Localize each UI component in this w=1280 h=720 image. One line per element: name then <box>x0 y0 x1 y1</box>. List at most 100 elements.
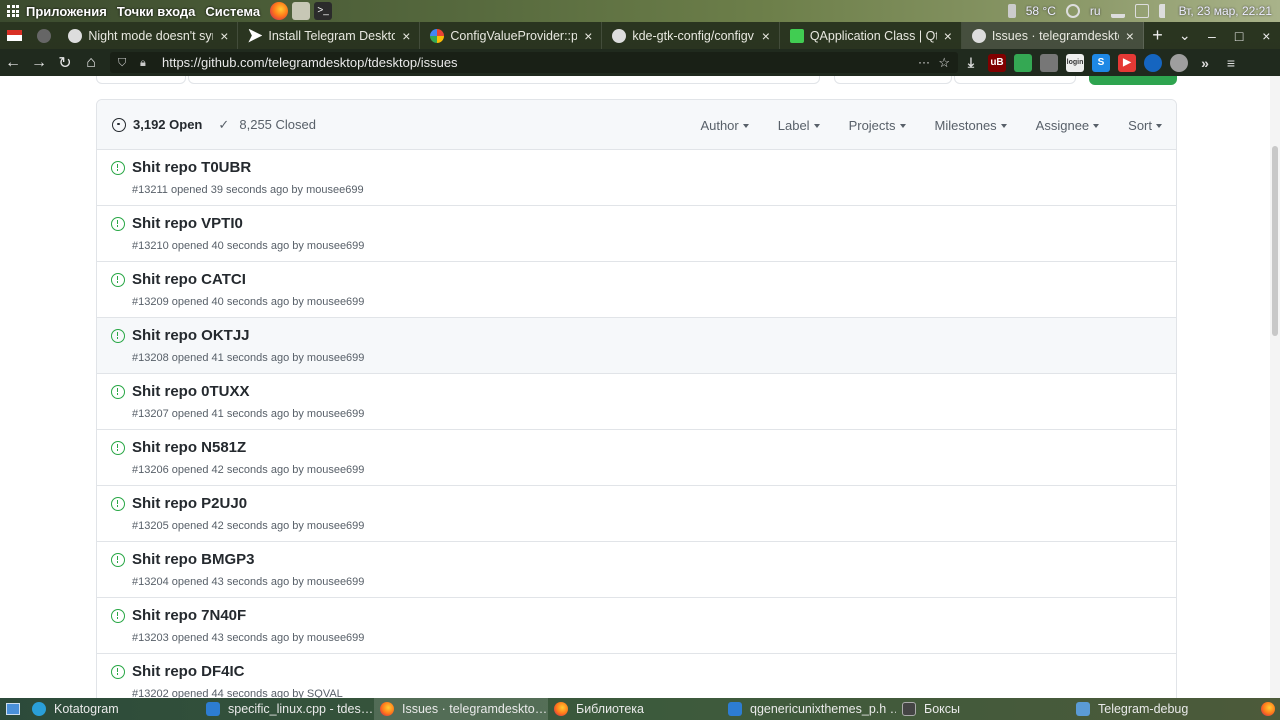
filters-dropdown-stub[interactable] <box>96 76 186 84</box>
tab-night-mode[interactable]: Night mode doesn't syn × <box>58 22 239 49</box>
labels-button-stub[interactable] <box>834 76 952 84</box>
youtube-icon[interactable]: ▶ <box>1118 53 1136 72</box>
filter-milestones[interactable]: Milestones <box>935 118 1007 133</box>
issue-row[interactable]: Shit repo P2UJ0 #13205 opened 42 seconds… <box>97 486 1176 542</box>
menu-places[interactable]: Точки входа <box>117 4 196 19</box>
issue-title-link[interactable]: Shit repo DF4IC <box>132 663 245 680</box>
close-icon[interactable]: × <box>759 28 773 44</box>
circle-icon[interactable] <box>1170 53 1188 72</box>
filter-author[interactable]: Author <box>700 118 749 133</box>
weather-icon[interactable] <box>1065 4 1080 18</box>
close-icon[interactable]: × <box>217 28 231 44</box>
filter-assignee[interactable]: Assignee <box>1036 118 1100 133</box>
issue-opened-icon <box>111 385 125 399</box>
close-icon[interactable]: × <box>399 28 413 44</box>
tray-firefox-icon[interactable] <box>1256 698 1280 720</box>
issue-search-input-stub[interactable] <box>188 76 820 84</box>
tab-qapplication[interactable]: QApplication Class | Qt × <box>780 22 962 49</box>
tab-config-value-provider[interactable]: ConfigValueProvider::p × <box>420 22 603 49</box>
tab-kde-gtk-config[interactable]: kde-gtk-config/configv × <box>602 22 780 49</box>
filter-sort[interactable]: Sort <box>1128 118 1162 133</box>
reload-icon[interactable]: ↻ <box>52 49 78 76</box>
menu-applications[interactable]: Приложения <box>26 4 107 19</box>
lock-icon[interactable]: 🔒︎ <box>140 57 152 69</box>
shield-icon[interactable]: ⛉ <box>118 57 130 69</box>
issue-title-link[interactable]: Shit repo N581Z <box>132 439 246 456</box>
tab-install-telegram[interactable]: Install Telegram Deskto × <box>238 22 421 49</box>
issue-row[interactable]: Shit repo OKTJJ #13208 opened 41 seconds… <box>97 318 1176 374</box>
task-firefox-library[interactable]: Библиотека <box>548 698 722 720</box>
menu-system[interactable]: Система <box>205 4 260 19</box>
maximize-icon[interactable]: □ <box>1226 28 1253 44</box>
downloads-icon[interactable]: ⤓ <box>962 54 980 72</box>
ublock-icon[interactable]: uB <box>988 53 1006 72</box>
filter-projects[interactable]: Projects <box>849 118 906 133</box>
clock-icon[interactable] <box>1144 53 1162 72</box>
issue-title-link[interactable]: Shit repo VPTI0 <box>132 215 243 232</box>
firefox-launcher-icon[interactable] <box>270 2 289 20</box>
open-issues-toggle[interactable]: 3,192 Open <box>112 117 202 132</box>
tab-list-chevron-icon[interactable]: ⌄ <box>1171 27 1198 44</box>
files-launcher-icon[interactable] <box>292 2 311 20</box>
tab-issues-active[interactable]: Issues · telegramdeskto × <box>961 22 1144 49</box>
issue-title-link[interactable]: Shit repo T0UBR <box>132 159 251 176</box>
gmail-icon[interactable] <box>0 22 29 49</box>
issue-row[interactable]: Shit repo 0TUXX #13207 opened 41 seconds… <box>97 374 1176 430</box>
volume-icon[interactable] <box>1158 4 1169 18</box>
issue-row[interactable]: Shit repo T0UBR #13211 opened 39 seconds… <box>97 150 1176 206</box>
task-boxes[interactable]: Боксы <box>896 698 1070 720</box>
pinned-github-tab-icon[interactable] <box>29 22 58 49</box>
apps-grid-icon[interactable] <box>0 0 26 22</box>
task-kotatogram[interactable]: Kotatogram <box>26 698 200 720</box>
show-desktop-icon[interactable] <box>0 698 26 720</box>
task-vscode-qgenericunixthemes[interactable]: qgenericunixthemes_p.h … <box>722 698 896 720</box>
home-icon[interactable]: ⌂ <box>78 49 104 76</box>
task-telegram-debug[interactable]: Telegram-debug <box>1070 698 1244 720</box>
issue-row[interactable]: Shit repo VPTI0 #13210 opened 40 seconds… <box>97 206 1176 262</box>
issue-title-link[interactable]: Shit repo CATCI <box>132 271 246 288</box>
url-text[interactable]: https://github.com/telegramdesktop/tdesk… <box>162 55 458 70</box>
vscode-icon <box>728 702 742 716</box>
issue-row[interactable]: Shit repo 7N40F #13203 opened 43 seconds… <box>97 598 1176 654</box>
login-icon[interactable]: login <box>1066 53 1084 72</box>
task-firefox-issues[interactable]: Issues · telegramdeskto… <box>374 698 548 720</box>
issue-title-link[interactable]: Shit repo P2UJ0 <box>132 495 247 512</box>
filter-label[interactable]: Label <box>778 118 820 133</box>
url-bar[interactable]: ⛉ 🔒︎ https://github.com/telegramdesktop/… <box>110 52 958 73</box>
close-window-icon[interactable]: × <box>1253 28 1280 44</box>
s-icon[interactable]: S <box>1092 53 1110 72</box>
new-tab-button[interactable]: + <box>1144 25 1171 46</box>
new-issue-button-stub[interactable] <box>1089 76 1177 85</box>
battery-icon[interactable] <box>1134 4 1149 18</box>
issue-row[interactable]: Shit repo DF4IC #13202 opened 44 seconds… <box>97 654 1176 698</box>
clock[interactable]: Вт, 23 мар, 22:21 <box>1179 4 1272 18</box>
issue-title-link[interactable]: Shit repo 7N40F <box>132 607 246 624</box>
bookmark-star-icon[interactable]: ☆ <box>938 52 950 73</box>
issue-title-link[interactable]: Shit repo OKTJJ <box>132 327 250 344</box>
scrollbar-thumb[interactable] <box>1272 146 1278 336</box>
page-actions-icon[interactable]: ··· <box>918 52 930 73</box>
keyboard-layout[interactable]: ru <box>1090 4 1101 18</box>
close-icon[interactable]: × <box>1123 28 1137 44</box>
sheets-icon[interactable] <box>1014 53 1032 72</box>
close-icon[interactable]: × <box>941 28 955 44</box>
wifi-icon[interactable] <box>1110 4 1125 18</box>
closed-issues-toggle[interactable]: ✓ 8,255 Closed <box>218 117 316 133</box>
overflow-chevron-icon[interactable]: » <box>1196 54 1214 72</box>
issue-opened-icon <box>111 609 125 623</box>
issue-row[interactable]: Shit repo CATCI #13209 opened 40 seconds… <box>97 262 1176 318</box>
task-vscode-specific-linux[interactable]: specific_linux.cpp - tdes… <box>200 698 374 720</box>
issue-title-link[interactable]: Shit repo BMGP3 <box>132 551 255 568</box>
close-icon[interactable]: × <box>581 28 595 44</box>
forward-arrow-icon[interactable]: → <box>26 49 52 76</box>
issue-row[interactable]: Shit repo N581Z #13206 opened 42 seconds… <box>97 430 1176 486</box>
page-scrollbar[interactable] <box>1270 76 1280 698</box>
hamburger-menu-icon[interactable]: ≡ <box>1222 54 1240 72</box>
back-arrow-icon[interactable]: ← <box>0 49 26 76</box>
mask-icon[interactable] <box>1040 53 1058 72</box>
issue-title-link[interactable]: Shit repo 0TUXX <box>132 383 250 400</box>
terminal-launcher-icon[interactable]: >_ <box>314 2 333 20</box>
minimize-icon[interactable]: – <box>1198 28 1225 44</box>
milestones-button-stub[interactable] <box>954 76 1076 84</box>
issue-row[interactable]: Shit repo BMGP3 #13204 opened 43 seconds… <box>97 542 1176 598</box>
